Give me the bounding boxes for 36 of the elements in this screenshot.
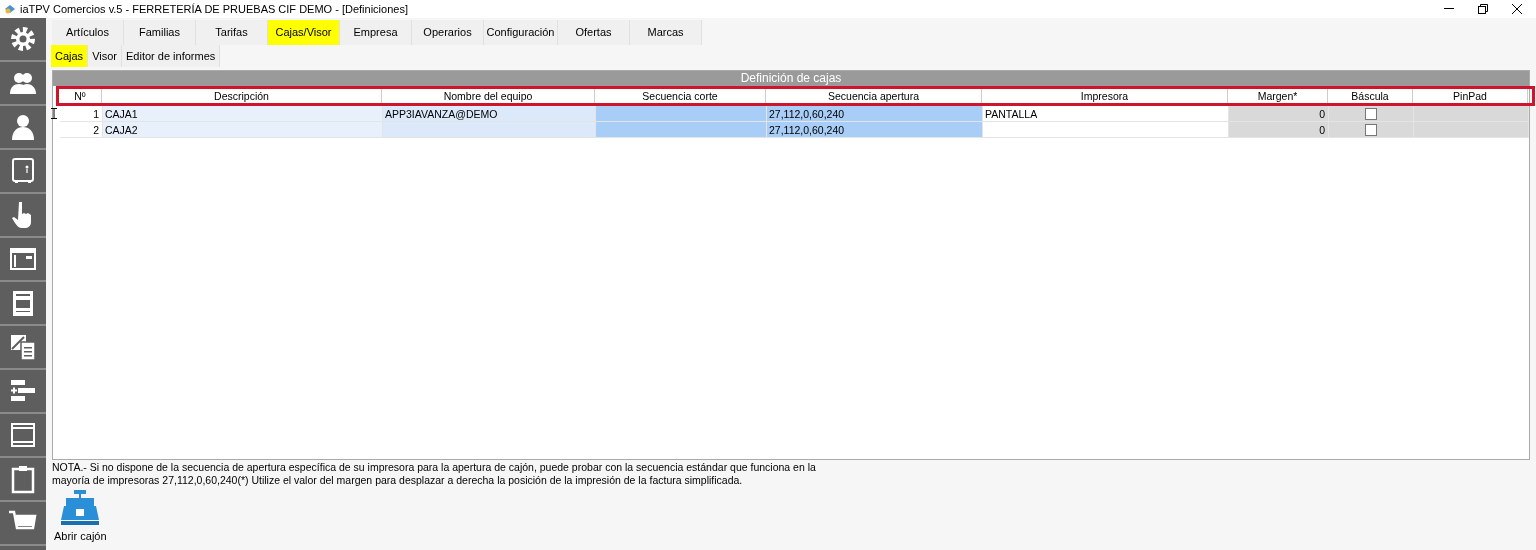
tab[interactable]: Visor xyxy=(88,45,122,67)
checkbox[interactable] xyxy=(1365,123,1377,136)
cash-drawer-icon xyxy=(60,490,101,526)
table-cell: 2 xyxy=(60,122,103,138)
app-icon xyxy=(4,3,16,15)
tab[interactable]: Operarios xyxy=(412,20,484,45)
table-cell: CAJA2 xyxy=(103,122,383,138)
tab[interactable]: Tarifas xyxy=(196,20,268,45)
tab[interactable]: Marcas xyxy=(630,20,702,45)
minimize-icon xyxy=(1444,8,1454,10)
checkbox[interactable] xyxy=(1365,107,1377,120)
table-cell: 0 xyxy=(1229,106,1329,122)
table-cell: 0 xyxy=(1229,122,1329,138)
table-cell: CAJA1 xyxy=(103,106,383,122)
panel-icon xyxy=(8,420,38,450)
table-title: Definición de cajas xyxy=(53,71,1529,86)
tab[interactable]: Configuración xyxy=(484,20,558,45)
clipboard-icon xyxy=(8,332,38,362)
table-cell: PANTALLA xyxy=(983,106,1229,122)
close-icon xyxy=(1512,4,1522,14)
tab[interactable]: Cajas/Visor xyxy=(268,20,340,45)
window-title: iaTPV Comercios v.5 - FERRETERÍA DE PRUEBAS CIF DEMO - [Definiciones] xyxy=(20,1,408,17)
tab[interactable]: Familias xyxy=(124,20,196,45)
tab[interactable]: Empresa xyxy=(340,20,412,45)
note-text: NOTA.- Si no dispone de la secuencia de apertura específica de su impresora para la apertura de cajón, puede probar con la secuencia estándar que funciona en la mayoría de impresoras 27,112,0,60,240(*) Utilize el valor del margen para desplazar a derecha la posición de la impresión de la factura simplificada. xyxy=(52,461,817,487)
restore-icon xyxy=(1478,4,1488,14)
open-drawer-button[interactable]: Abrir cajón xyxy=(52,490,109,545)
tab[interactable]: Cajas xyxy=(51,45,89,67)
table-cell: 1 xyxy=(60,106,103,122)
table-cell: APP3IAVANZA@DEMO xyxy=(383,106,596,122)
tab[interactable]: Ofertas xyxy=(558,20,630,45)
gear-icon xyxy=(8,24,38,54)
table-cell: 27,112,0,60,240 xyxy=(767,106,983,122)
tab[interactable]: Artículos xyxy=(52,20,124,45)
table-cell: 27,112,0,60,240 xyxy=(767,122,983,138)
tab[interactable]: Editor de informes xyxy=(122,45,221,67)
